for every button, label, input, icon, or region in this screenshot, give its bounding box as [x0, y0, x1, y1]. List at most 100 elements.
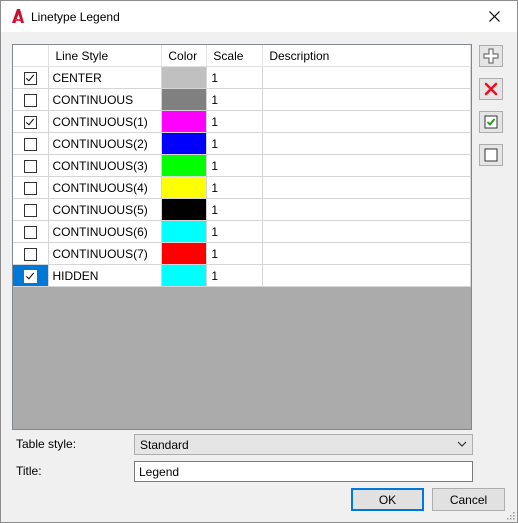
row-checkbox[interactable]: [24, 225, 38, 239]
row-checkbox[interactable]: [24, 71, 38, 85]
color-swatch: [162, 265, 207, 286]
description-cell[interactable]: [262, 88, 471, 111]
color-cell[interactable]: [161, 176, 208, 199]
line-style-cell[interactable]: HIDDEN: [48, 264, 163, 287]
row-checkbox-cell[interactable]: [13, 198, 50, 221]
row-checkbox-cell[interactable]: [13, 88, 50, 111]
color-swatch: [162, 199, 207, 220]
uncheck-all-button[interactable]: [479, 144, 503, 166]
description-cell[interactable]: [262, 220, 471, 243]
row-checkbox[interactable]: [24, 269, 38, 283]
scale-cell[interactable]: 1: [206, 154, 264, 177]
row-checkbox-cell[interactable]: [13, 220, 50, 243]
table-row[interactable]: CONTINUOUS(7) 1: [13, 242, 471, 265]
scale-cell[interactable]: 1: [206, 66, 264, 89]
row-checkbox[interactable]: [24, 247, 38, 261]
line-style-cell[interactable]: CONTINUOUS(7): [48, 242, 163, 265]
color-cell[interactable]: [161, 132, 208, 155]
color-cell[interactable]: [161, 198, 208, 221]
color-cell[interactable]: [161, 264, 208, 287]
color-cell[interactable]: [161, 110, 208, 133]
color-swatch: [162, 89, 207, 110]
row-checkbox[interactable]: [24, 115, 38, 129]
autocad-a-icon: [12, 9, 24, 23]
scale-cell[interactable]: 1: [206, 176, 264, 199]
color-cell[interactable]: [161, 66, 208, 89]
table-row[interactable]: HIDDEN 1: [13, 264, 471, 287]
description-cell[interactable]: [262, 176, 471, 199]
color-cell[interactable]: [161, 220, 208, 243]
line-style-cell[interactable]: CENTER: [48, 66, 163, 89]
scale-cell[interactable]: 1: [206, 220, 264, 243]
line-style-cell[interactable]: CONTINUOUS(5): [48, 198, 163, 221]
line-style-cell[interactable]: CONTINUOUS: [48, 88, 163, 111]
scale-cell[interactable]: 1: [206, 110, 264, 133]
resize-grip-icon[interactable]: [505, 510, 515, 520]
row-checkbox[interactable]: [24, 159, 38, 173]
column-header-check: [13, 45, 50, 67]
scale-cell[interactable]: 1: [206, 88, 264, 111]
linetype-table[interactable]: Line Style Color Scale Description CENTE…: [12, 44, 472, 430]
row-checkbox-cell[interactable]: [13, 66, 50, 89]
scale-cell[interactable]: 1: [206, 242, 264, 265]
table-row[interactable]: CONTINUOUS(3) 1: [13, 154, 471, 177]
scale-cell[interactable]: 1: [206, 264, 264, 287]
row-checkbox[interactable]: [24, 137, 38, 151]
row-checkbox[interactable]: [24, 181, 38, 195]
table-header-row: Line Style Color Scale Description: [13, 45, 471, 67]
title-bar[interactable]: Linetype Legend: [1, 1, 517, 32]
linetype-legend-dialog: Linetype Legend Line Style Color Scale D…: [0, 0, 518, 523]
checked-box-icon: [484, 115, 498, 129]
row-checkbox-cell[interactable]: [13, 176, 50, 199]
scale-cell[interactable]: 1: [206, 198, 264, 221]
table-row[interactable]: CONTINUOUS(6) 1: [13, 220, 471, 243]
line-style-cell[interactable]: CONTINUOUS(3): [48, 154, 163, 177]
line-style-cell[interactable]: CONTINUOUS(6): [48, 220, 163, 243]
color-swatch: [162, 133, 207, 154]
red-x-icon: [484, 82, 498, 96]
row-checkbox-cell[interactable]: [13, 132, 50, 155]
color-swatch: [162, 221, 207, 242]
cancel-button[interactable]: Cancel: [432, 488, 505, 511]
scale-cell[interactable]: 1: [206, 132, 264, 155]
title-label: Title:: [16, 464, 42, 478]
description-cell[interactable]: [262, 66, 471, 89]
column-header-scale[interactable]: Scale: [206, 45, 264, 67]
row-checkbox[interactable]: [24, 93, 38, 107]
table-row[interactable]: CONTINUOUS 1: [13, 88, 471, 111]
column-header-color[interactable]: Color: [161, 45, 208, 67]
row-checkbox-cell[interactable]: [13, 110, 50, 133]
description-cell[interactable]: [262, 154, 471, 177]
column-header-description[interactable]: Description: [262, 45, 471, 67]
close-button[interactable]: [471, 1, 517, 32]
ok-button[interactable]: OK: [351, 488, 424, 511]
table-style-select[interactable]: Standard: [134, 434, 473, 455]
row-checkbox-cell[interactable]: [13, 242, 50, 265]
row-checkbox[interactable]: [24, 203, 38, 217]
table-row[interactable]: CONTINUOUS(5) 1: [13, 198, 471, 221]
table-style-label: Table style:: [16, 437, 77, 451]
color-cell[interactable]: [161, 88, 208, 111]
line-style-cell[interactable]: CONTINUOUS(4): [48, 176, 163, 199]
column-header-line-style[interactable]: Line Style: [48, 45, 163, 67]
line-style-cell[interactable]: CONTINUOUS(1): [48, 110, 163, 133]
description-cell[interactable]: [262, 198, 471, 221]
table-row[interactable]: CENTER 1: [13, 66, 471, 89]
description-cell[interactable]: [262, 132, 471, 155]
description-cell[interactable]: [262, 110, 471, 133]
row-checkbox-cell[interactable]: [13, 154, 50, 177]
color-cell[interactable]: [161, 242, 208, 265]
delete-button[interactable]: [479, 78, 503, 100]
color-swatch: [162, 67, 207, 88]
description-cell[interactable]: [262, 264, 471, 287]
title-input[interactable]: [134, 461, 473, 482]
row-checkbox-cell[interactable]: [13, 264, 50, 287]
add-button[interactable]: [479, 45, 503, 67]
table-row[interactable]: CONTINUOUS(2) 1: [13, 132, 471, 155]
description-cell[interactable]: [262, 242, 471, 265]
color-cell[interactable]: [161, 154, 208, 177]
table-row[interactable]: CONTINUOUS(4) 1: [13, 176, 471, 199]
line-style-cell[interactable]: CONTINUOUS(2): [48, 132, 163, 155]
check-all-button[interactable]: [479, 111, 503, 133]
table-row[interactable]: CONTINUOUS(1) 1: [13, 110, 471, 133]
